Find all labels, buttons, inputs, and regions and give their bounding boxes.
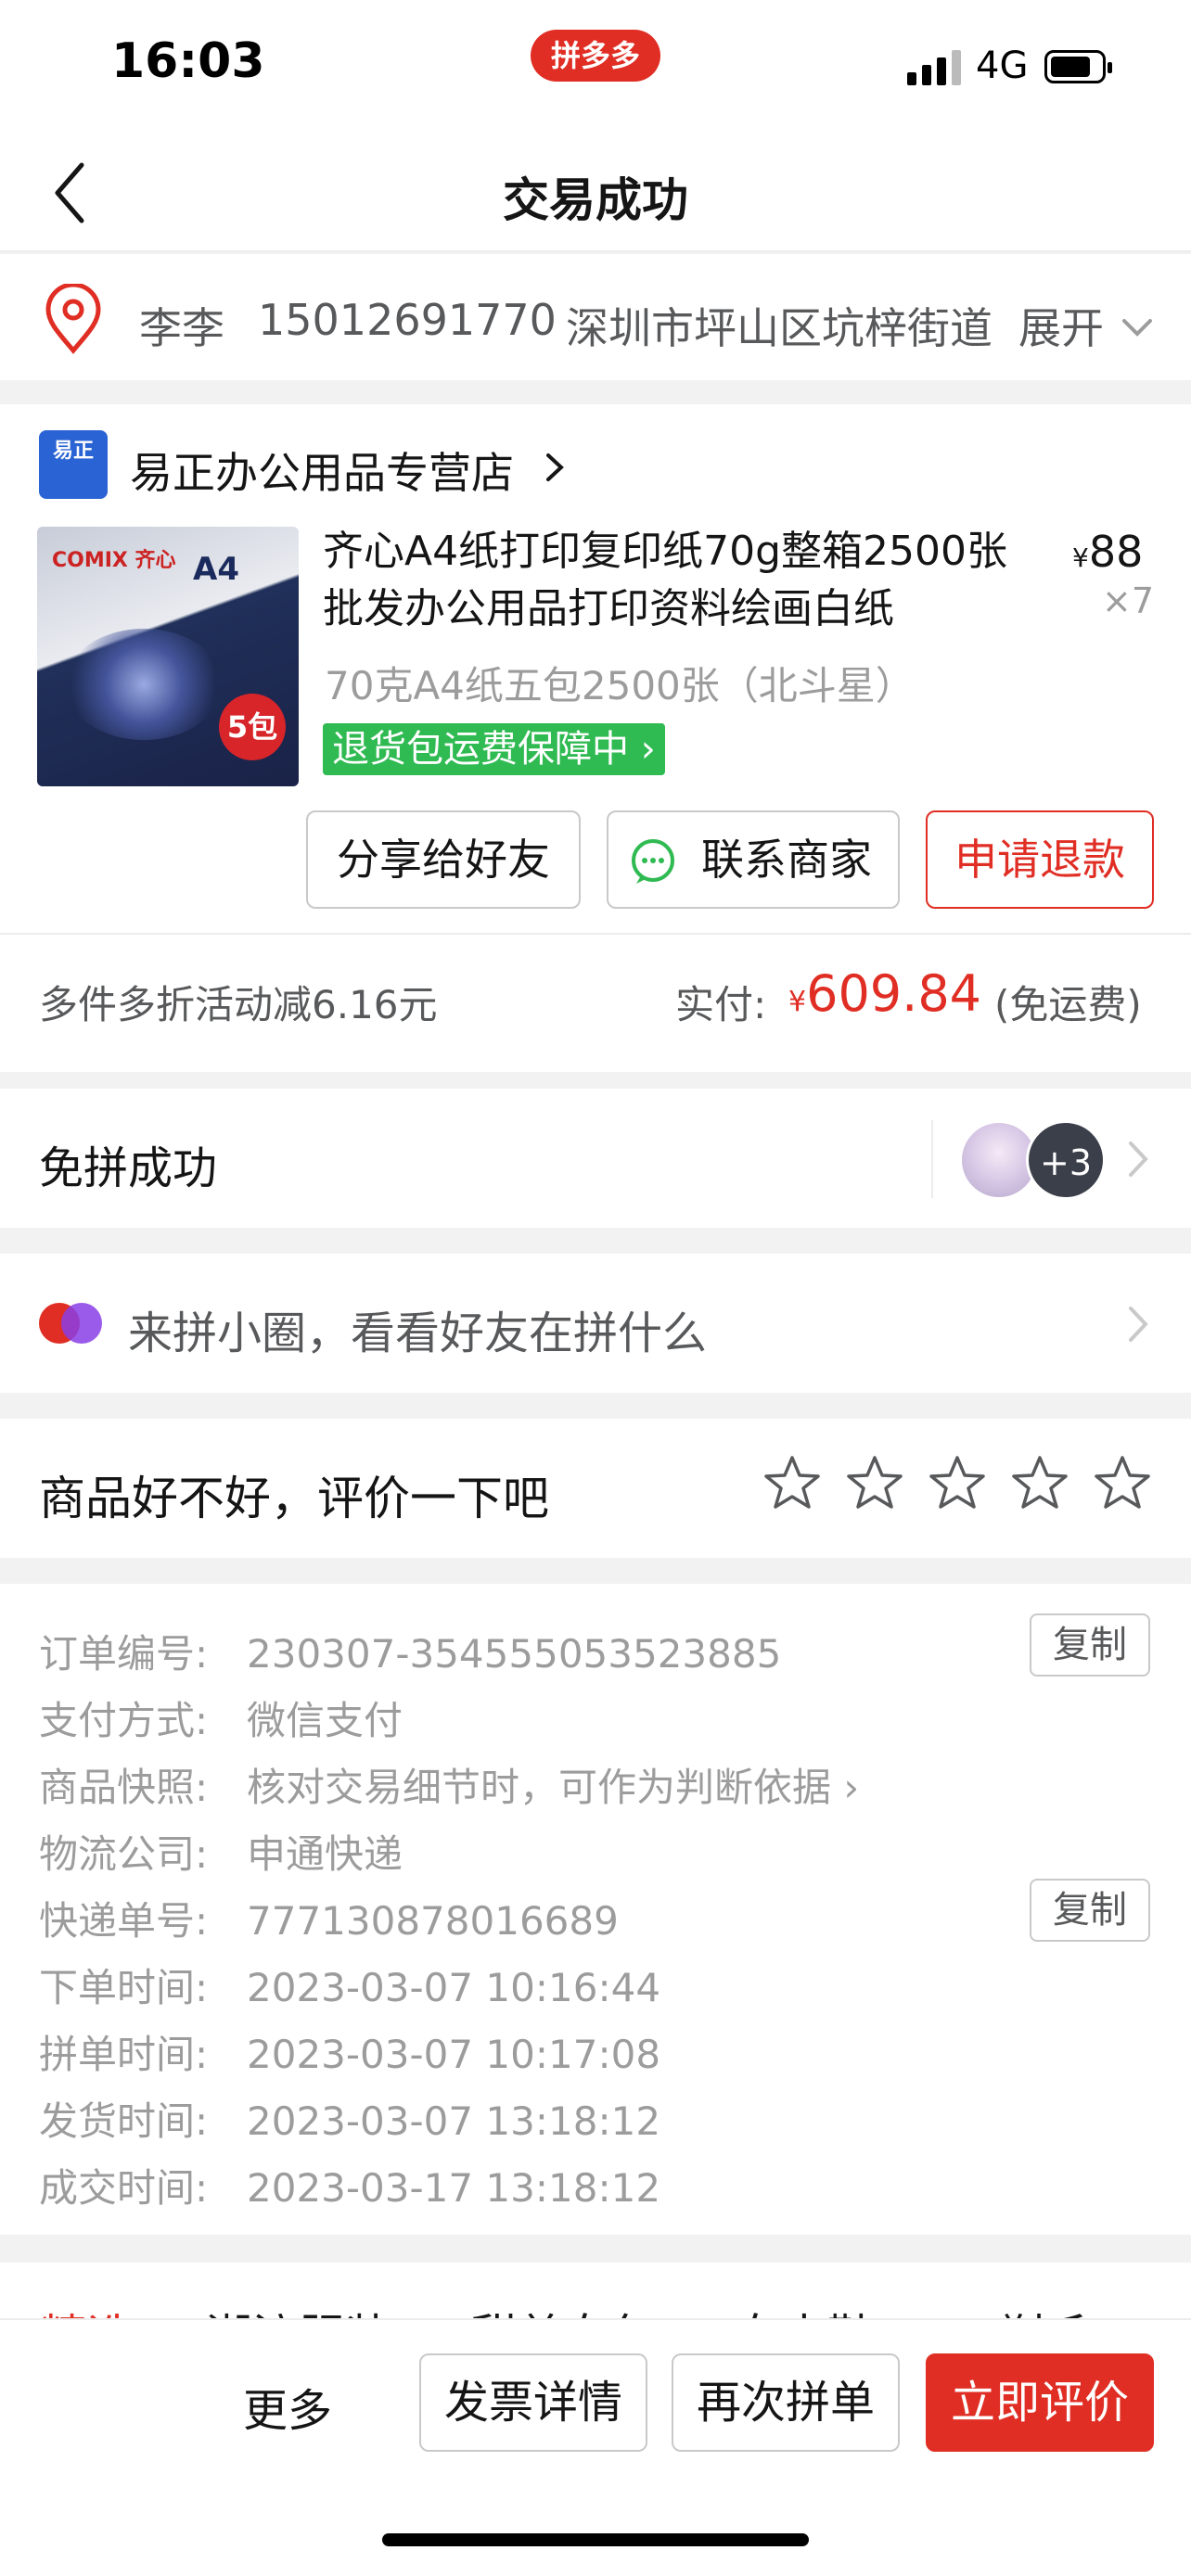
- order-info-row: 成交时间: 2023-03-17 13:18:12: [39, 2157, 660, 2213]
- tab-category[interactable]: 甜美女包: [471, 2300, 657, 2318]
- order-info-value: 核对交易细节时，可作为判断依据 ›: [247, 1765, 860, 1810]
- product-spec: 70克A4纸五包2500张（北斗星）: [325, 663, 915, 708]
- expand-address-button[interactable]: 展开: [1018, 295, 1104, 356]
- copy-tracking-number-button[interactable]: 复制: [1030, 1879, 1150, 1942]
- paid-amount-value: 609.84: [806, 964, 982, 1023]
- friends-circle-label: 来拼小圈，看看好友在拼什么: [128, 1307, 708, 1359]
- category-tabs: 精选 潮流服装 甜美女包 女士鞋 剃毛刀: [0, 2263, 1191, 2318]
- order-info-value: 777130878016689: [247, 1898, 619, 1944]
- order-info-row: 拼单时间: 2023-03-07 10:17:08: [39, 2023, 660, 2080]
- order-info-value: 2023-03-07 10:16:44: [247, 1965, 661, 2010]
- product-title[interactable]: 齐心A4纸打印复印纸70g整箱2500张批发办公用品打印资料绘画白纸: [323, 523, 1037, 638]
- chevron-right-icon: [546, 453, 564, 481]
- star-icon[interactable]: [845, 1454, 904, 1511]
- tab-category[interactable]: 剃毛刀: [998, 2300, 1137, 2318]
- order-info-key: 下单时间:: [39, 1965, 209, 2010]
- tab-category[interactable]: 潮流服装: [206, 2300, 391, 2318]
- refund-button[interactable]: 申请退款: [926, 810, 1154, 909]
- star-icon[interactable]: [1010, 1454, 1069, 1511]
- recipient-name: 李李: [139, 303, 224, 353]
- location-pin-icon: [45, 284, 101, 354]
- more-members-badge: +3: [1026, 1120, 1106, 1200]
- order-info-value: 2023-03-07 13:18:12: [247, 2098, 661, 2144]
- discount-text: 多件多折活动减6.16元: [39, 982, 438, 1027]
- divider: [0, 933, 1191, 935]
- order-info-value: 230307-354555053523885: [247, 1631, 782, 1677]
- galaxy-graphic: [65, 629, 223, 740]
- more-button[interactable]: 更多: [243, 2374, 332, 2439]
- battery-icon: [1044, 50, 1112, 83]
- copy-order-number-button[interactable]: 复制: [1030, 1613, 1150, 1677]
- order-info-value: 申通快递: [247, 1831, 403, 1877]
- guarantee-tag[interactable]: 退货包运费保障中 ›: [323, 723, 665, 775]
- network-type: 4G: [976, 45, 1029, 87]
- shipping-note: (免运费): [994, 982, 1142, 1027]
- paid-label: 实付:: [675, 982, 767, 1027]
- chat-icon: [632, 839, 674, 884]
- order-info-row: 订单编号: 230307-354555053523885: [39, 1623, 781, 1679]
- star-icon[interactable]: [928, 1454, 987, 1511]
- order-info-value: 微信支付: [247, 1698, 403, 1743]
- order-info-row: 快递单号: 777130878016689: [39, 1890, 619, 1946]
- order-info-key: 订单编号:: [39, 1631, 209, 1677]
- chevron-right-icon: [1129, 1307, 1148, 1342]
- recipient-address: 深圳市坪山区坑梓街道: [566, 303, 992, 353]
- group-status-label: 免拼成功: [39, 1142, 218, 1194]
- chevron-right-icon: [1129, 1141, 1148, 1177]
- circle-logo-icon: [39, 1303, 102, 1344]
- price-value: 88: [1088, 527, 1144, 577]
- tab-featured[interactable]: 精选: [41, 2300, 134, 2318]
- order-info-row[interactable]: 商品快照: 核对交易细节时，可作为判断依据 ›: [39, 1756, 859, 1813]
- star-icon[interactable]: [762, 1454, 822, 1511]
- app-badge: 拼多多: [531, 30, 660, 82]
- star-icon[interactable]: [1093, 1454, 1152, 1511]
- rate-now-button[interactable]: 立即评价: [926, 2353, 1154, 2452]
- status-time: 16:03: [111, 33, 265, 89]
- page-title: 交易成功: [503, 173, 688, 227]
- store-logo: 易正: [39, 430, 108, 499]
- order-info-value: 2023-03-07 10:17:08: [247, 2032, 661, 2077]
- paid-amount: ¥609.84: [788, 964, 981, 1023]
- product-image-brand: COMIX 齐心: [52, 549, 176, 572]
- reorder-button[interactable]: 再次拼单: [672, 2353, 900, 2452]
- order-info-row: 发货时间: 2023-03-07 13:18:12: [39, 2090, 660, 2147]
- order-info-key: 成交时间:: [39, 2165, 209, 2211]
- order-info-row: 物流公司: 申通快递: [39, 1823, 403, 1880]
- recipient-phone: 15012691770: [258, 295, 557, 345]
- order-info-key: 发货时间:: [39, 2098, 209, 2144]
- home-indicator: [382, 2533, 809, 2546]
- store-name[interactable]: 易正办公用品专营店: [130, 440, 514, 501]
- product-image[interactable]: COMIX 齐心 A4 5包: [37, 527, 299, 786]
- order-info-value: 2023-03-17 13:18:12: [247, 2165, 661, 2211]
- order-info-row: 下单时间: 2023-03-07 10:16:44: [39, 1957, 660, 2013]
- invoice-details-button[interactable]: 发票详情: [419, 2353, 647, 2452]
- order-info-key: 物流公司:: [39, 1831, 209, 1877]
- order-info-key: 商品快照:: [39, 1765, 209, 1810]
- currency-symbol: ¥: [788, 986, 807, 1018]
- divider: [931, 1120, 933, 1198]
- currency-symbol: ¥: [1072, 542, 1089, 573]
- product-quantity: ×7: [1102, 580, 1155, 621]
- tab-category[interactable]: 女士鞋: [735, 2300, 874, 2318]
- product-image-label: A4: [193, 551, 239, 588]
- product-price: ¥88: [1072, 527, 1143, 577]
- order-info-row: 支付方式: 微信支付: [39, 1690, 403, 1746]
- signal-icon: [907, 50, 961, 85]
- order-info-key: 支付方式:: [39, 1698, 209, 1743]
- order-info-key: 快递单号:: [39, 1898, 209, 1944]
- chevron-down-icon: [1122, 319, 1152, 337]
- order-info-key: 拼单时间:: [39, 2032, 209, 2077]
- review-prompt: 商品好不好，评价一下吧: [39, 1472, 549, 1525]
- share-button[interactable]: 分享给好友: [306, 810, 581, 909]
- product-image-badge: 5包: [219, 694, 286, 760]
